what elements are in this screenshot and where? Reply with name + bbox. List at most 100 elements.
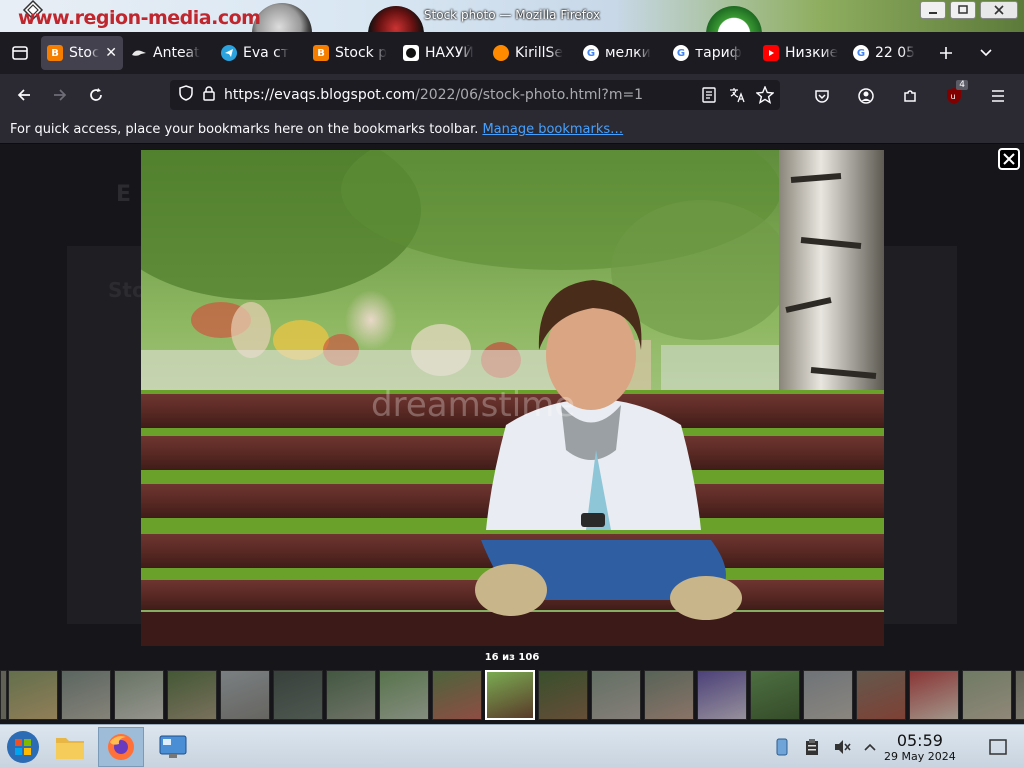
google-icon: G [853, 45, 869, 61]
thumbnail[interactable] [114, 670, 164, 720]
start-button[interactable] [0, 727, 46, 767]
thumbnail[interactable] [644, 670, 694, 720]
thumbnail[interactable] [538, 670, 588, 720]
tab-telegram[interactable]: Eva ст [215, 36, 305, 70]
manage-bookmarks-link[interactable]: Manage bookmarks… [482, 122, 623, 137]
lock-icon[interactable] [202, 85, 216, 105]
account-button[interactable] [848, 80, 884, 112]
youtube-icon [763, 45, 779, 61]
tab-label: Stock [69, 45, 100, 61]
forward-button[interactable] [42, 79, 78, 111]
tab-label: 22 05 [875, 45, 916, 61]
tray-expand-icon[interactable] [860, 737, 880, 757]
app-menu-button[interactable] [980, 80, 1016, 112]
close-window-button[interactable] [980, 1, 1018, 19]
thumbnail[interactable] [697, 670, 747, 720]
system-app-button[interactable] [150, 727, 196, 767]
translate-icon[interactable] [728, 86, 746, 108]
tab-site[interactable]: НАХУЙ [397, 36, 485, 70]
tray-clipboard-icon[interactable] [802, 737, 822, 757]
tab-label: Низкие [785, 45, 839, 61]
thumbnail[interactable] [1015, 670, 1024, 720]
firefox-taskbar-button[interactable] [98, 727, 144, 767]
tab-youtube[interactable]: Низкие [757, 36, 845, 70]
tab-strip: B Stock ✕ Anteat Eva ст B Stock p НАХУЙ … [0, 32, 1024, 74]
thumbnail[interactable] [220, 670, 270, 720]
hamburger-menu-icon [992, 90, 1004, 102]
close-tab-icon[interactable]: ✕ [105, 45, 117, 61]
list-all-tabs-button[interactable] [966, 32, 1006, 74]
tab-label: НАХУЙ [425, 45, 474, 61]
firefox-view-button[interactable] [0, 32, 40, 74]
site-icon [403, 45, 419, 61]
ublock-extension-button[interactable]: u 4 [936, 80, 972, 112]
thumbnail[interactable] [167, 670, 217, 720]
tab-google-3[interactable]: G 22 05 [847, 36, 925, 70]
blogger-icon: B [313, 45, 329, 61]
thumbnail[interactable] [591, 670, 641, 720]
blogger-icon: B [47, 45, 63, 61]
taskbar-clock[interactable]: 05:59 29 May 2024 [884, 731, 956, 763]
thumbnail[interactable] [485, 670, 535, 720]
account-icon [858, 88, 874, 104]
arrow-left-icon [17, 89, 30, 101]
tab-stock-photo[interactable]: B Stock ✕ [41, 36, 123, 70]
firefox-icon [108, 734, 134, 760]
show-desktop-button[interactable] [988, 737, 1008, 757]
tab-google-2[interactable]: G тариф [667, 36, 755, 70]
bookmark-star-icon[interactable] [755, 85, 775, 108]
boy-on-bench-image: dreamstime [141, 150, 884, 646]
close-icon [994, 5, 1004, 15]
tab-label: KirillSe [515, 45, 563, 61]
thumbnail[interactable] [909, 670, 959, 720]
reader-view-icon[interactable] [702, 87, 716, 107]
url-text[interactable]: https://evaqs.blogspot.com/2022/06/stock… [224, 87, 643, 103]
thumbnail[interactable] [61, 670, 111, 720]
thumbnail-strip [0, 668, 1024, 722]
minimize-button[interactable] [920, 1, 946, 19]
close-icon [1003, 153, 1015, 165]
reload-button[interactable] [78, 79, 114, 111]
maximize-icon [958, 5, 968, 14]
arrow-right-icon [54, 89, 67, 101]
thumbnail[interactable] [326, 670, 376, 720]
thumbnail[interactable] [379, 670, 429, 720]
lightbox-photo[interactable]: dreamstime [141, 150, 884, 646]
puzzle-icon [904, 90, 916, 102]
image-counter: 16 из 106 [484, 652, 540, 663]
shield-icon[interactable] [178, 85, 194, 105]
tab-label: Stock p [335, 45, 388, 61]
tab-anteater[interactable]: Anteat [125, 36, 213, 70]
pocket-icon [815, 90, 829, 103]
plus-icon [940, 47, 952, 59]
bookmarks-toolbar: For quick access, place your bookmarks h… [0, 116, 1024, 144]
file-manager-button[interactable] [47, 727, 93, 767]
thumbnail[interactable] [962, 670, 1012, 720]
tab-google-1[interactable]: G мелки [577, 36, 665, 70]
thumbnail[interactable] [432, 670, 482, 720]
page-content: Sto E dreamstime 16 из 106 [0, 144, 1024, 724]
maximize-button[interactable] [950, 1, 976, 19]
background-header-text: E [116, 182, 132, 207]
close-lightbox-button[interactable] [998, 148, 1020, 170]
tray-network-icon[interactable] [772, 737, 792, 757]
thumbnail[interactable] [750, 670, 800, 720]
reload-icon [90, 88, 102, 101]
back-button[interactable] [6, 79, 42, 111]
google-icon: G [583, 45, 599, 61]
tab-kirillse[interactable]: KirillSe [487, 36, 575, 70]
thumbnail[interactable] [0, 670, 7, 720]
extensions-button[interactable] [892, 80, 928, 112]
tab-stock-photo-2[interactable]: B Stock p [307, 36, 395, 70]
thumbnail[interactable] [803, 670, 853, 720]
new-tab-button[interactable] [926, 32, 966, 74]
tray-volume-muted-icon[interactable] [832, 737, 852, 757]
pocket-button[interactable] [804, 80, 840, 112]
thumbnail[interactable] [8, 670, 58, 720]
thumbnail[interactable] [273, 670, 323, 720]
tab-label: мелки [605, 45, 651, 61]
tab-label: Anteat [153, 45, 200, 61]
url-bar[interactable]: https://evaqs.blogspot.com/2022/06/stock… [170, 80, 780, 110]
url-host: https://evaqs.blogspot.com [224, 87, 416, 103]
thumbnail[interactable] [856, 670, 906, 720]
